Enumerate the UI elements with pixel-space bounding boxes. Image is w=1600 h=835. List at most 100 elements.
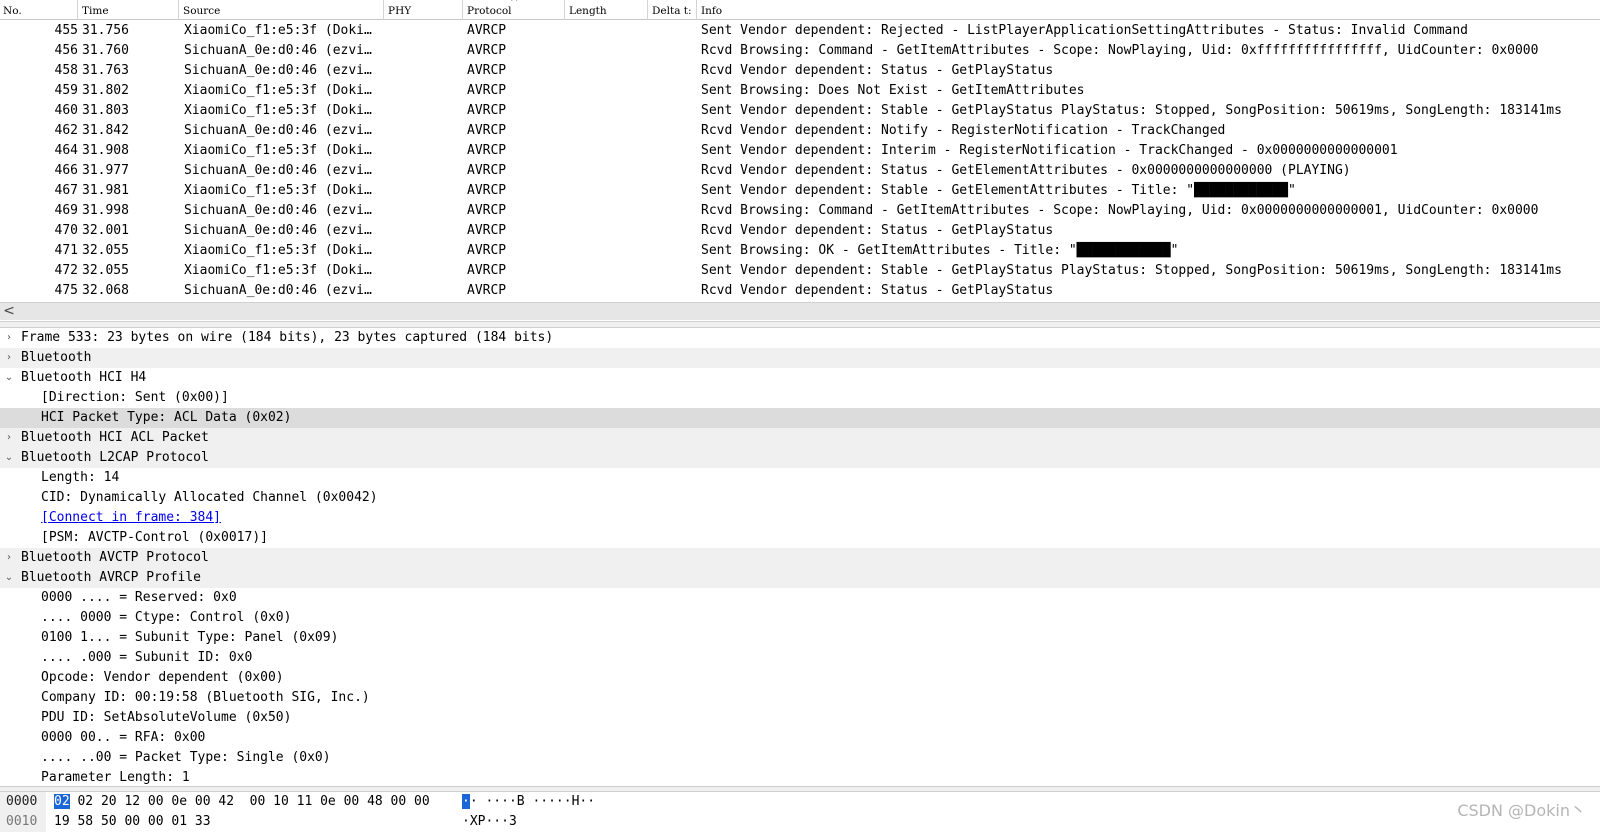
packet-protocol: AVRCP (467, 43, 507, 58)
packet-source: XiaomiCo_f1:e5:3f (Doki… (184, 243, 372, 258)
packet-list-header: No. Time Source PHY Protocol Length Delt… (0, 0, 1600, 20)
packet-protocol: AVRCP (467, 243, 507, 258)
packet-no: 455 (54, 23, 78, 38)
packet-details-pane[interactable]: › Frame 533: 23 bytes on wire (184 bits),… (0, 328, 1600, 786)
packet-source: XiaomiCo_f1:e5:3f (Doki… (184, 263, 372, 278)
tree-field[interactable]: Company ID: 00:19:58 (Bluetooth SIG, Inc… (0, 688, 1600, 708)
bytes-row[interactable]: 0010 19 58 50 00 00 01 33 ·XP···3 (0, 812, 1600, 832)
column-header-delta[interactable]: Delta t: (649, 0, 697, 20)
packet-row[interactable]: 467 31.981 XiaomiCo_f1:e5:3f (Doki… AVRCP Se… (0, 181, 1600, 201)
hex-dump[interactable]: 02 02 20 12 00 0e 00 42 00 10 11 0e 00 4… (54, 792, 430, 812)
packet-no: 475 (54, 283, 78, 298)
packet-info: Sent Vendor dependent: Rejected - ListPl… (701, 23, 1469, 38)
expand-chevron-icon[interactable]: › (3, 428, 15, 448)
packet-no: 470 (54, 223, 78, 238)
column-header-time[interactable]: Time (79, 0, 179, 20)
tree-field[interactable]: .... 0000 = Ctype: Control (0x0) (0, 608, 1600, 628)
packet-info: Sent Vendor dependent: Stable - GetPlayS… (701, 103, 1562, 118)
packet-protocol: AVRCP (467, 203, 507, 218)
tree-field[interactable]: 0000 00.. = RFA: 0x00 (0, 728, 1600, 748)
tree-node[interactable]: ⌄ Bluetooth L2CAP Protocol (0, 448, 1600, 468)
packet-row[interactable]: 464 31.908 XiaomiCo_f1:e5:3f (Doki… AVRCP Se… (0, 141, 1600, 161)
selected-ascii[interactable]: · (462, 794, 470, 809)
tree-field[interactable]: Opcode: Vendor dependent (0x00) (0, 668, 1600, 688)
packet-row[interactable]: 456 31.760 SichuanA_0e:d0:46 (ezvi… AVRCP Rc… (0, 41, 1600, 61)
ascii-dump[interactable]: ·XP···3 (462, 812, 517, 832)
packet-row[interactable]: 459 31.802 XiaomiCo_f1:e5:3f (Doki… AVRCP Se… (0, 81, 1600, 101)
tree-node[interactable]: › Bluetooth HCI ACL Packet (0, 428, 1600, 448)
packet-row[interactable]: 462 31.842 SichuanA_0e:d0:46 (ezvi… AVRCP Rc… (0, 121, 1600, 141)
scroll-left-icon[interactable]: < (2, 303, 16, 320)
tree-node[interactable]: › Bluetooth AVCTP Protocol (0, 548, 1600, 568)
tree-field[interactable]: Length: 14 (0, 468, 1600, 488)
tree-node[interactable]: ⌄ Bluetooth HCI H4 (0, 368, 1600, 388)
tree-node[interactable]: › Bluetooth (0, 348, 1600, 368)
tree-label: 0100 1... = Subunit Type: Panel (0x09) (41, 630, 339, 645)
byte-offset: 0010 (0, 812, 46, 832)
frame-link[interactable]: [Connect in frame: 384] (41, 508, 221, 528)
tree-label: .... 0000 = Ctype: Control (0x0) (41, 610, 292, 625)
packet-row[interactable]: 472 32.055 XiaomiCo_f1:e5:3f (Doki… AVRCP Se… (0, 261, 1600, 281)
column-header-info[interactable]: Info (698, 0, 1600, 20)
tree-field[interactable]: 0100 1... = Subunit Type: Panel (0x09) (0, 628, 1600, 648)
tree-field[interactable]: .... .000 = Subunit ID: 0x0 (0, 648, 1600, 668)
pane-splitter[interactable] (0, 321, 1600, 328)
packet-row[interactable]: 458 31.763 SichuanA_0e:d0:46 (ezvi… AVRCP Rc… (0, 61, 1600, 81)
tree-field[interactable]: HCI Packet Type: ACL Data (0x02) (0, 408, 1600, 428)
column-header-source[interactable]: Source (180, 0, 384, 20)
expand-chevron-icon[interactable]: › (3, 348, 15, 368)
packet-row[interactable]: 455 31.756 XiaomiCo_f1:e5:3f (Doki… AVRCP Se… (0, 21, 1600, 41)
tree-field[interactable]: Parameter Length: 1 (0, 768, 1600, 788)
column-header-no[interactable]: No. (0, 0, 78, 20)
ascii-dump[interactable]: ·· ····B ·····H·· (462, 792, 595, 812)
tree-field[interactable]: CID: Dynamically Allocated Channel (0x00… (0, 488, 1600, 508)
bytes-row[interactable]: 0000 02 02 20 12 00 0e 00 42 00 10 11 0e … (0, 792, 1600, 812)
tree-label: 0000 00.. = RFA: 0x00 (41, 730, 206, 745)
packet-source: SichuanA_0e:d0:46 (ezvi… (184, 223, 372, 238)
collapse-chevron-icon[interactable]: ⌄ (3, 368, 15, 388)
tree-label: Opcode: Vendor dependent (0x00) (41, 670, 284, 685)
tree-field[interactable]: [PSM: AVCTP-Control (0x0017)] (0, 528, 1600, 548)
packet-bytes-pane[interactable]: 0000 02 02 20 12 00 0e 00 42 00 10 11 0e … (0, 792, 1600, 835)
packet-row[interactable]: 470 32.001 SichuanA_0e:d0:46 (ezvi… AVRCP Rc… (0, 221, 1600, 241)
hex-bytes: 19 58 50 00 00 01 33 (54, 814, 211, 829)
packet-source: SichuanA_0e:d0:46 (ezvi… (184, 203, 372, 218)
tree-node[interactable]: ⌄ Bluetooth AVRCP Profile (0, 568, 1600, 588)
packet-time: 31.998 (82, 203, 129, 218)
tree-node[interactable]: › Frame 533: 23 bytes on wire (184 bits),… (0, 328, 1600, 348)
packet-protocol: AVRCP (467, 83, 507, 98)
packet-row[interactable]: 466 31.977 SichuanA_0e:d0:46 (ezvi… AVRCP Rc… (0, 161, 1600, 181)
packet-time: 31.803 (82, 103, 129, 118)
column-header-phy[interactable]: PHY (385, 0, 463, 20)
packet-row[interactable]: 475 32.068 SichuanA_0e:d0:46 (ezvi… AVRCP Rc… (0, 281, 1600, 301)
packet-no: 462 (54, 123, 78, 138)
packet-row[interactable]: 469 31.998 SichuanA_0e:d0:46 (ezvi… AVRCP Rc… (0, 201, 1600, 221)
packet-info: Rcvd Browsing: Command - GetItemAttribut… (701, 43, 1539, 58)
packet-time: 31.842 (82, 123, 129, 138)
packet-no: 459 (54, 83, 78, 98)
tree-label: Length: 14 (41, 470, 120, 485)
tree-label: .... ..00 = Packet Type: Single (0x0) (41, 750, 331, 765)
tree-field[interactable]: .... ..00 = Packet Type: Single (0x0) (0, 748, 1600, 768)
selected-byte[interactable]: 02 (54, 794, 70, 809)
tree-field[interactable]: 0000 .... = Reserved: 0x0 (0, 588, 1600, 608)
watermark: CSDN @Dokin丶 (1457, 801, 1586, 820)
packet-list-pane[interactable]: No. Time Source PHY Protocol Length Delt… (0, 0, 1600, 320)
column-header-length[interactable]: Length (566, 0, 648, 20)
expand-chevron-icon[interactable]: › (3, 328, 15, 348)
hex-dump[interactable]: 19 58 50 00 00 01 33 (54, 812, 211, 832)
expand-chevron-icon[interactable]: › (3, 548, 15, 568)
tree-label: Bluetooth HCI H4 (21, 370, 147, 385)
tree-field[interactable]: [Connect in frame: 384] (0, 508, 1600, 528)
collapse-chevron-icon[interactable]: ⌄ (3, 568, 15, 588)
packet-protocol: AVRCP (467, 163, 507, 178)
tree-field[interactable]: PDU ID: SetAbsoluteVolume (0x50) (0, 708, 1600, 728)
packet-info: Rcvd Vendor dependent: Status - GetEleme… (701, 163, 1351, 178)
packet-row[interactable]: 471 32.055 XiaomiCo_f1:e5:3f (Doki… AVRCP Se… (0, 241, 1600, 261)
packet-source: SichuanA_0e:d0:46 (ezvi… (184, 163, 372, 178)
tree-field[interactable]: [Direction: Sent (0x00)] (0, 388, 1600, 408)
collapse-chevron-icon[interactable]: ⌄ (3, 448, 15, 468)
horizontal-scrollbar[interactable]: < (0, 302, 1600, 320)
tree-label: [Direction: Sent (0x00)] (41, 390, 229, 405)
packet-row[interactable]: 460 31.803 XiaomiCo_f1:e5:3f (Doki… AVRCP Se… (0, 101, 1600, 121)
